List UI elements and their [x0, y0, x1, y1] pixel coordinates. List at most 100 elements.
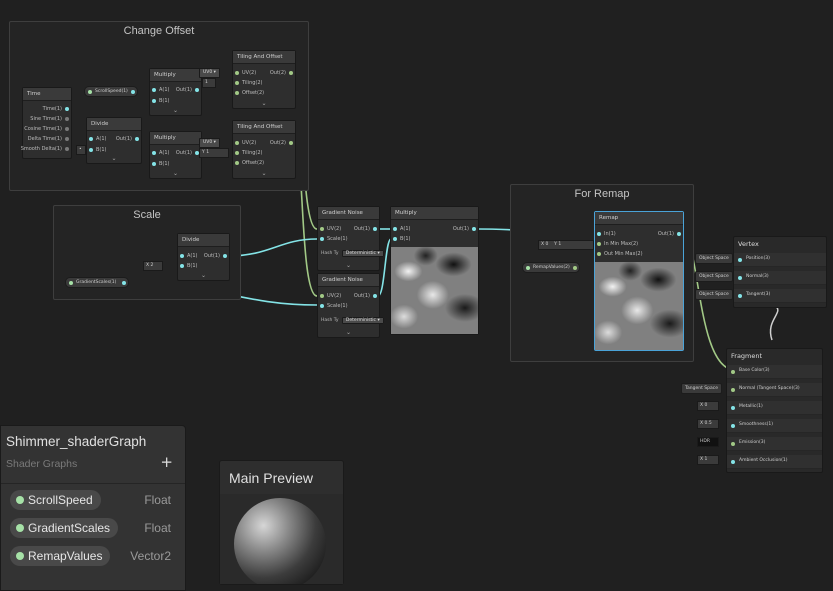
vertex-space-label[interactable]: Object Space: [695, 253, 733, 264]
time-node[interactable]: Time Time(1) Sine Time(1) Cosine Time(1)…: [21, 87, 72, 159]
input-port[interactable]: In(1): [595, 230, 616, 238]
input-port[interactable]: Scale(1): [318, 235, 348, 243]
output-port[interactable]: Out(1): [204, 252, 229, 260]
add-property-button[interactable]: +: [160, 453, 173, 471]
hash-type-dropdown[interactable]: Deterministic ▾: [341, 317, 384, 324]
input-port[interactable]: B(1): [150, 160, 170, 168]
output-port[interactable]: Out(1): [176, 149, 201, 157]
tiling-and-offset-node[interactable]: Tiling And Offset UV(2) Tiling(2) Offset…: [232, 50, 296, 109]
input-port[interactable]: Tiling(2): [233, 79, 263, 87]
output-port[interactable]: Out(1): [658, 230, 683, 238]
output-port[interactable]: Delta Time(1): [28, 135, 71, 143]
input-port[interactable]: A(1): [87, 135, 107, 143]
hash-type-dropdown[interactable]: Deterministic ▾: [341, 250, 384, 257]
input-port[interactable]: A(1): [391, 225, 411, 233]
fragment-block-ambient-occlusion[interactable]: Ambient Occlusion(1): [727, 455, 822, 469]
output-port[interactable]: Time(1): [43, 105, 71, 113]
output-port[interactable]: Out(1): [453, 225, 478, 233]
collapse-chevron-icon[interactable]: ⌄: [318, 262, 379, 269]
tiling-y-field[interactable]: Y 1: [199, 148, 229, 158]
input-port[interactable]: Offset(2): [233, 159, 264, 167]
collapse-chevron-icon[interactable]: ⌄: [318, 329, 379, 336]
collapse-chevron-icon[interactable]: ⌄: [150, 107, 201, 114]
input-port[interactable]: Offset(2): [233, 89, 264, 97]
divide-node[interactable]: Divide A(1) B(1) Out(1) ⌄: [86, 117, 142, 164]
input-port[interactable]: B(1): [150, 97, 170, 105]
input-port[interactable]: A(1): [150, 149, 170, 157]
input-port[interactable]: UV(2): [233, 139, 256, 147]
collapse-chevron-icon[interactable]: ⌄: [178, 272, 229, 279]
output-port[interactable]: Smooth Delta(1): [21, 145, 71, 153]
ambient-occlusion-field[interactable]: X 1: [697, 455, 719, 465]
output-port[interactable]: Out(1): [116, 135, 141, 143]
fragment-block-normal[interactable]: Normal (Tangent Space)(3): [727, 383, 822, 397]
fragment-block-metallic[interactable]: Metallic(1): [727, 401, 822, 415]
collapse-chevron-icon[interactable]: ⌄: [150, 170, 201, 177]
fragment-block-smoothness[interactable]: Smoothness(1): [727, 419, 822, 433]
metallic-field[interactable]: X 0: [697, 401, 719, 411]
fragment-context[interactable]: Fragment Base Color(3) Normal (Tangent S…: [726, 348, 823, 473]
input-port[interactable]: A(1): [178, 252, 198, 260]
divide-node[interactable]: Divide A(1) B(1) Out(1) ⌄: [177, 233, 230, 281]
output-port[interactable]: Out(2): [270, 69, 295, 77]
vertex-block-tangent[interactable]: Tangent(3): [734, 289, 826, 303]
uv-channel-dropdown[interactable]: UV0 ▾: [199, 138, 220, 148]
fragment-normal-space-label[interactable]: Tangent Space: [681, 383, 722, 394]
gradient-noise-node[interactable]: Gradient Noise UV(2) Scale(1) Out(1) Has…: [317, 273, 384, 338]
collapse-chevron-icon[interactable]: ⌄: [233, 170, 295, 177]
output-port[interactable]: Out(1): [354, 225, 379, 233]
output-port[interactable]: Sine Time(1): [30, 115, 71, 123]
property-type: Float: [144, 493, 171, 507]
vertex-context[interactable]: Vertex Position(3) Normal(3) Tangent(3): [733, 236, 827, 308]
main-preview-viewport[interactable]: [220, 494, 343, 584]
in-min-max-field[interactable]: X 0 Y 1: [538, 240, 594, 250]
multiply-node[interactable]: Multiply A(1) B(1) Out(1) ⌄: [149, 131, 202, 179]
inline-input[interactable]: •: [76, 145, 86, 155]
input-port[interactable]: UV(2): [318, 292, 341, 300]
output-port[interactable]: Out(1): [354, 292, 379, 300]
uv-channel-dropdown[interactable]: UV0 ▾: [199, 68, 220, 78]
vertex-space-label[interactable]: Object Space: [695, 271, 733, 282]
input-port[interactable]: B(1): [87, 146, 107, 154]
remap-values-property-node[interactable]: RemapValues(2): [522, 262, 580, 273]
input-port[interactable]: In Min Max(2): [595, 240, 638, 248]
output-port[interactable]: [131, 89, 135, 94]
gradient-noise-node[interactable]: Gradient Noise UV(2) Scale(1) Out(1) Has…: [317, 206, 384, 271]
gradient-scales-property-node[interactable]: GradientScales(1): [65, 277, 129, 288]
input-port[interactable]: Out Min Max(2): [595, 250, 643, 258]
fragment-block-base-color[interactable]: Base Color(3): [727, 365, 822, 379]
input-port[interactable]: Scale(1): [318, 302, 348, 310]
tiling-value-field[interactable]: 1: [202, 78, 216, 88]
property-remap-values[interactable]: RemapValues: [10, 546, 111, 566]
input-port[interactable]: UV(2): [318, 225, 341, 233]
input-port[interactable]: A(1): [150, 86, 170, 94]
vertex-block-position[interactable]: Position(3): [734, 253, 826, 267]
output-port[interactable]: Out(1): [176, 86, 201, 94]
output-port[interactable]: [122, 280, 126, 285]
fragment-block-emission[interactable]: Emission(3): [727, 437, 822, 451]
smoothness-field[interactable]: X 0.5: [697, 419, 719, 429]
multiply-node[interactable]: Multiply A(1) B(1) Out(1) ⌄: [149, 68, 202, 116]
remap-node[interactable]: Remap In(1) In Min Max(2) Out Min Max(2)…: [594, 211, 684, 351]
input-port[interactable]: B(1): [178, 262, 198, 270]
input-port[interactable]: B(1): [391, 235, 411, 243]
property-gradient-scales[interactable]: GradientScales: [10, 518, 119, 538]
input-port[interactable]: Tiling(2): [233, 149, 263, 157]
property-dot: [16, 496, 24, 504]
output-port[interactable]: Out(2): [270, 139, 295, 147]
property-scroll-speed[interactable]: ScrollSpeed: [10, 490, 101, 510]
main-preview-panel[interactable]: Main Preview: [219, 460, 344, 585]
blackboard-panel[interactable]: Shimmer_shaderGraph Shader Graphs + Scro…: [0, 425, 186, 591]
vertex-block-normal[interactable]: Normal(3): [734, 271, 826, 285]
input-port[interactable]: UV(2): [233, 69, 256, 77]
output-port[interactable]: Cosine Time(1): [24, 125, 71, 133]
collapse-chevron-icon[interactable]: ⌄: [87, 155, 141, 162]
multiply-node[interactable]: Multiply A(1) B(1) Out(1): [390, 206, 479, 335]
emission-color-field[interactable]: HDR: [697, 437, 719, 447]
scroll-speed-property-node[interactable]: ScrollSpeed(1): [84, 86, 138, 97]
divide-b-field[interactable]: X 2: [143, 261, 163, 271]
output-port[interactable]: [573, 265, 577, 270]
collapse-chevron-icon[interactable]: ⌄: [233, 100, 295, 107]
vertex-space-label[interactable]: Object Space: [695, 289, 733, 300]
tiling-and-offset-node[interactable]: Tiling And Offset UV(2) Tiling(2) Offset…: [232, 120, 296, 179]
